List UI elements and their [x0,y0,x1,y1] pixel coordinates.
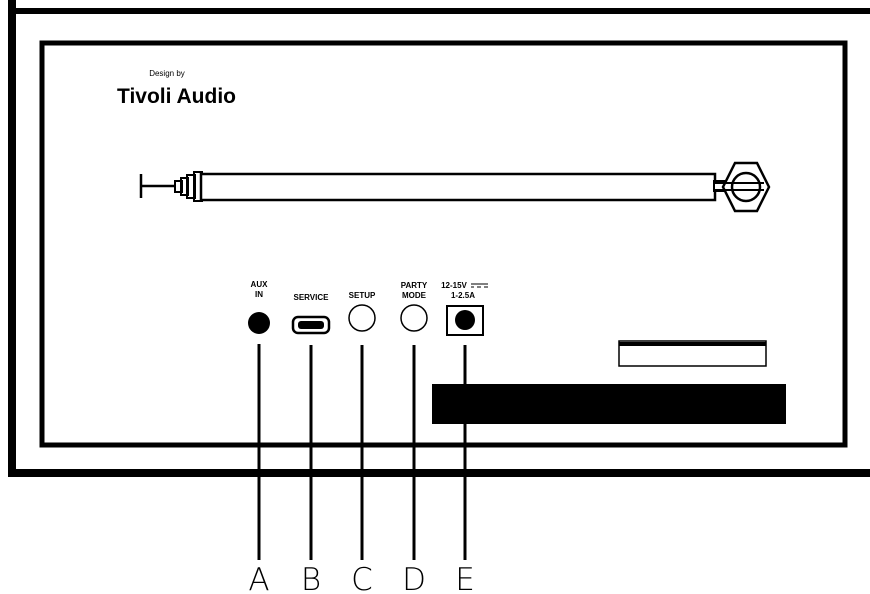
port-b-label: SERVICE [294,293,330,302]
service-usb-slot [298,321,324,329]
port-c-label: SETUP [349,291,376,300]
radio-back-panel-diagram: Design by Tivoli Audio AUX IN SERVICE SE… [8,0,870,594]
port-d-label-line1: PARTY [401,281,428,290]
dc-power-jack [455,310,475,330]
party-mode-button [400,304,428,332]
aux-in-port [248,312,270,334]
callout-b: B [301,562,321,594]
port-e-label-line2: 1-2.5A [451,291,475,300]
speaker-grille-bar [432,384,786,424]
port-e-label-line1: 12-15V [441,281,467,290]
antenna [139,161,771,213]
callout-c: C [351,562,373,594]
callout-a: A [248,562,269,594]
brand-tagline: Design by [149,69,185,78]
port-d-label-line2: MODE [402,291,427,300]
callout-d: D [402,562,426,594]
dc-symbol-icon [471,283,488,288]
callout-e: E [455,562,475,594]
setup-button [348,304,376,332]
port-a-label-line1: AUX [251,280,269,289]
port-a-label-line2: IN [255,290,263,299]
brand-name: Tivoli Audio [117,85,236,108]
